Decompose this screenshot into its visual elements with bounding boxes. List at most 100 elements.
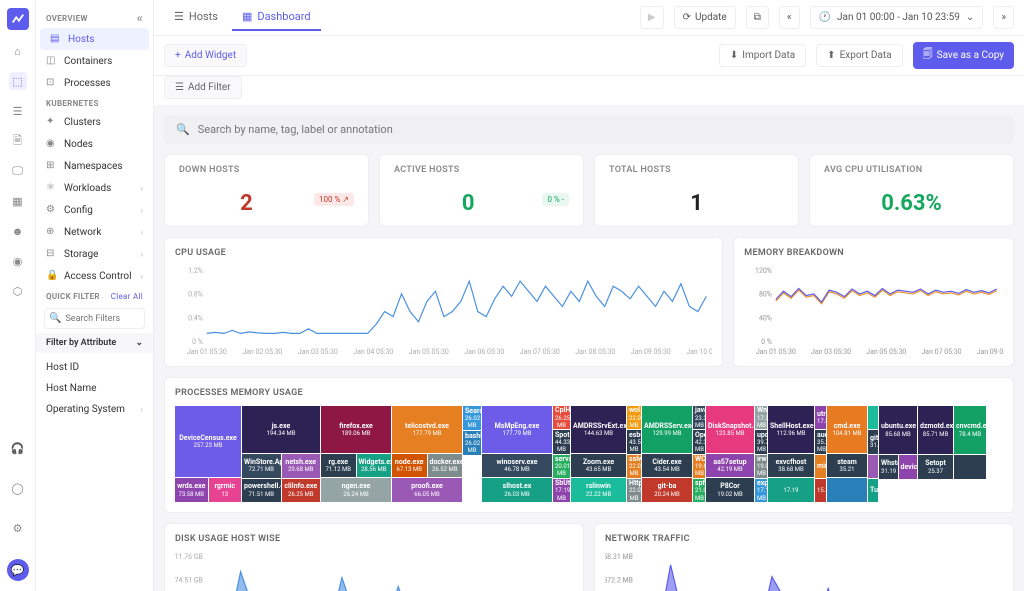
treemap-cell[interactable]: powershell.exe71.51 MB: [242, 479, 281, 502]
treemap-cell[interactable]: rg.exe71.12 MB: [321, 454, 356, 477]
treemap-cell[interactable]: aa57setup42.19 MB: [706, 454, 754, 478]
search-bar[interactable]: 🔍: [164, 115, 1014, 144]
sidebar-item-network[interactable]: ⊕Network›: [36, 221, 153, 243]
treemap-cell[interactable]: node.exe67.13 MB: [392, 454, 427, 477]
add-filter-button[interactable]: ☰Add Filter: [164, 76, 242, 99]
hex-icon[interactable]: ⬡: [9, 282, 27, 300]
treemap-cell[interactable]: HttpApp22.07 MB: [627, 479, 641, 502]
treemap-cell[interactable]: exvcfhost38.68 MB: [768, 454, 814, 478]
treemap-cell[interactable]: cmd.exe104.81 MB: [827, 406, 867, 453]
clear-all-link[interactable]: Clear All: [111, 292, 143, 301]
treemap-cell[interactable]: rslinwin22.22 MB: [571, 478, 626, 502]
treemap-cell[interactable]: mirnk: [815, 455, 826, 478]
logo-icon[interactable]: [7, 8, 29, 30]
copy-button[interactable]: ⧉: [746, 6, 769, 29]
treemap-cell[interactable]: CplHost26.25 MB: [553, 406, 570, 429]
sidebar-item-nodes[interactable]: ◉Nodes: [36, 133, 153, 155]
tab-dashboard[interactable]: ▦Dashboard: [232, 4, 321, 31]
sidebar-item-namespaces[interactable]: ⊞Namespaces: [36, 155, 153, 177]
treemap-cell[interactable]: git.ex31.68: [868, 430, 878, 453]
treemap-cell[interactable]: [827, 478, 867, 502]
treemap-cell[interactable]: Widgets.exe28.56 MB: [357, 454, 392, 477]
robot-icon[interactable]: ☻: [9, 222, 27, 240]
treemap-cell[interactable]: AMDRSSrvExt.exe144.63 MB: [571, 406, 626, 453]
user-icon[interactable]: ◯: [9, 479, 27, 497]
treemap-cell[interactable]: Setopt25.37: [918, 455, 953, 479]
treemap-cell[interactable]: 17.19: [768, 478, 814, 502]
sidebar-item-access-control[interactable]: 🔒Access Control›: [36, 265, 153, 287]
treemap-cell[interactable]: DiskSnapshot.exe123.85 MB: [706, 406, 754, 453]
treemap-cell[interactable]: audiodg35.21 MB: [815, 430, 826, 453]
treemap-cell[interactable]: git-ba20.24 MB: [642, 478, 692, 502]
treemap-cell[interactable]: WmiPr17.2 MB: [755, 406, 767, 429]
bars-icon[interactable]: ☰: [9, 102, 27, 120]
treemap-cell[interactable]: devicea: [899, 455, 918, 479]
date-range-picker[interactable]: 🕐Jan 01 00:00 - Jan 10 23:59⌄: [810, 6, 984, 29]
update-button[interactable]: ⟳Update: [674, 6, 736, 29]
treemap-cell[interactable]: telicostvd.exe177.79 MB: [392, 406, 462, 453]
import-data-button[interactable]: ⬇Import Data: [719, 44, 806, 67]
treemap-cell[interactable]: java.d23.37 MB: [693, 406, 705, 429]
sidebar-item-storage[interactable]: ⊟Storage›: [36, 243, 153, 265]
treemap-cell[interactable]: [954, 455, 986, 479]
treemap-cell[interactable]: ngen.exe26.24 MB: [321, 478, 391, 502]
filter-operating-system[interactable]: Operating System›: [36, 399, 153, 420]
treemap-cell[interactable]: explor17.19 MB: [755, 479, 767, 502]
treemap-cell[interactable]: WCPC19.66 MB: [693, 455, 705, 478]
headset-icon[interactable]: 🎧: [9, 439, 27, 457]
treemap-cell[interactable]: [868, 455, 878, 478]
treemap-cell[interactable]: slhost.ex26.03 MB: [482, 478, 552, 502]
prev-range-button[interactable]: «: [779, 6, 800, 29]
chat-icon[interactable]: 💬: [7, 559, 29, 581]
filter-host-id[interactable]: Host ID: [36, 357, 153, 378]
treemap-cell[interactable]: winoserv.exe46.78 MB: [482, 454, 552, 478]
sidebar-item-config[interactable]: ⚙Config›: [36, 199, 153, 221]
gear-icon[interactable]: ⚙: [9, 519, 27, 537]
treemap-cell[interactable]: firefox.exe189.06 MB: [321, 406, 391, 453]
node-icon[interactable]: ◉: [9, 252, 27, 270]
treemap-cell[interactable]: WinStore.App.exe72.71 MB: [242, 454, 281, 477]
sidebar-item-workloads[interactable]: ⚛Workloads›: [36, 177, 153, 199]
treemap-cell[interactable]: spfc_f21.06 MB: [693, 479, 705, 502]
treemap-cell[interactable]: DeviceCensus.exe257.23 MB: [175, 406, 241, 477]
treemap-cell[interactable]: Spotify.exe44.33 MB: [553, 430, 570, 453]
treemap-cell[interactable]: SearchInn26.02 MB: [463, 406, 481, 430]
treemap-cell[interactable]: MsMpEng.exe177.79 MB: [482, 406, 552, 453]
treemap-cell[interactable]: utrvyz17.04: [815, 406, 826, 429]
save-as-copy-button[interactable]: 🗐Save as a Copy: [913, 42, 1014, 69]
treemap-cell[interactable]: wol.ex22.07 MB: [627, 406, 641, 429]
cube-icon[interactable]: ⬚: [9, 72, 27, 90]
sidebar-item-processes[interactable]: ⊡Processes: [36, 72, 153, 94]
treemap-cell[interactable]: irwbg19.02 MB: [755, 455, 767, 478]
sidebar-item-hosts[interactable]: ▤Hosts: [40, 28, 149, 50]
sidebar-item-containers[interactable]: ◫Containers: [36, 50, 153, 72]
treemap-cell[interactable]: cliInfo.exe26.25 MB: [282, 479, 321, 502]
tab-hosts[interactable]: ☰Hosts: [164, 4, 228, 31]
treemap-cell[interactable]: esbuild.exe43.54 MB: [627, 430, 641, 453]
treemap-cell[interactable]: ShellHost.exe112.96 MB: [768, 406, 814, 453]
collapse-sidebar-icon[interactable]: «: [137, 11, 143, 25]
sidebar-item-clusters[interactable]: ✦Clusters: [36, 111, 153, 133]
treemap-cell[interactable]: OpenWith42.33 MB: [693, 430, 705, 453]
play-button[interactable]: ▶: [640, 6, 664, 29]
treemap-cell[interactable]: [868, 406, 878, 429]
treemap-cell[interactable]: updater.exe39.73 MB: [755, 430, 767, 453]
treemap-cell[interactable]: proofi.exe66.05 MB: [392, 478, 462, 502]
export-data-button[interactable]: ⬆Export Data: [816, 44, 902, 67]
filter-host-name[interactable]: Host Name: [36, 378, 153, 399]
treemap-cell[interactable]: P8Cor19.02 MB: [706, 478, 754, 502]
monitor-icon[interactable]: 🖵: [9, 162, 27, 180]
treemap-cell[interactable]: WhstaA31.19: [879, 455, 898, 479]
treemap-cell[interactable]: dzmotd.exe85.71 MB: [918, 406, 953, 454]
search-input[interactable]: [198, 123, 1002, 136]
treemap-cell[interactable]: Zoom.exe43.65 MB: [571, 454, 626, 478]
treemap-cell[interactable]: js.exe194.34 MB: [242, 406, 320, 453]
treemap-cell[interactable]: wrds.exe73.58 MB: [175, 478, 208, 502]
treemap-cell[interactable]: servsys20.01 MB: [553, 455, 570, 478]
filter-by-attribute-header[interactable]: Filter by Attribute⌄: [36, 333, 153, 353]
filter-search-input[interactable]: [65, 314, 140, 324]
treemap-cell[interactable]: Cider.exe43.54 MB: [642, 454, 692, 478]
file-icon[interactable]: 🗎: [9, 132, 27, 150]
home-icon[interactable]: ⌂: [9, 42, 27, 60]
treemap-cell[interactable]: rgrmic13: [209, 478, 242, 502]
